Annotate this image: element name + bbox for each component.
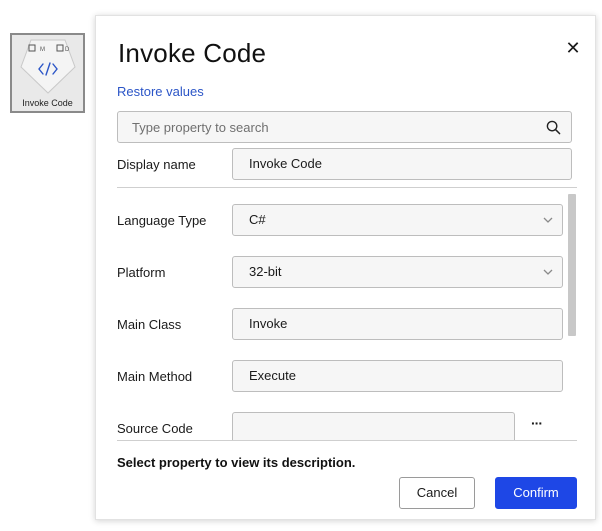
- platform-value: 32-bit: [249, 264, 282, 279]
- divider: [117, 187, 577, 188]
- source-code-label: Source Code: [117, 421, 193, 436]
- platform-select[interactable]: 32-bit: [232, 256, 563, 288]
- language-type-value: C#: [249, 212, 266, 227]
- close-icon[interactable]: ✕: [565, 39, 581, 57]
- display-name-field[interactable]: Invoke Code: [232, 148, 572, 180]
- property-description: Select property to view its description.: [117, 455, 356, 470]
- property-search[interactable]: [117, 111, 572, 143]
- properties-dialog: Invoke Code ✕ Restore values Display nam…: [95, 15, 596, 520]
- display-name-label: Display name: [117, 157, 196, 172]
- restore-values-link[interactable]: Restore values: [117, 84, 204, 99]
- chevron-down-icon: [543, 217, 553, 223]
- node-port-left: M: [40, 47, 45, 53]
- search-input[interactable]: [118, 112, 538, 142]
- main-method-label: Main Method: [117, 369, 193, 384]
- cancel-button[interactable]: Cancel: [399, 477, 475, 509]
- node-label: Invoke Code: [22, 98, 73, 108]
- scrollbar[interactable]: [568, 194, 576, 336]
- main-class-label: Main Class: [117, 317, 182, 332]
- divider: [117, 440, 577, 441]
- invoke-code-node[interactable]: M D Invoke Code: [10, 33, 85, 113]
- source-code-field[interactable]: [232, 412, 515, 440]
- main-method-field[interactable]: Execute: [232, 360, 563, 392]
- chevron-down-icon: [543, 269, 553, 275]
- platform-label: Platform: [117, 265, 166, 280]
- language-type-select[interactable]: C#: [232, 204, 563, 236]
- confirm-button[interactable]: Confirm: [495, 477, 577, 509]
- node-shape: M D: [20, 39, 76, 94]
- dialog-title: Invoke Code: [118, 38, 267, 68]
- source-code-more-button[interactable]: ···: [531, 415, 543, 431]
- search-icon[interactable]: [546, 120, 561, 135]
- main-class-field[interactable]: Invoke: [232, 308, 563, 340]
- language-type-label: Language Type: [117, 213, 207, 228]
- node-port-right: D: [65, 47, 70, 53]
